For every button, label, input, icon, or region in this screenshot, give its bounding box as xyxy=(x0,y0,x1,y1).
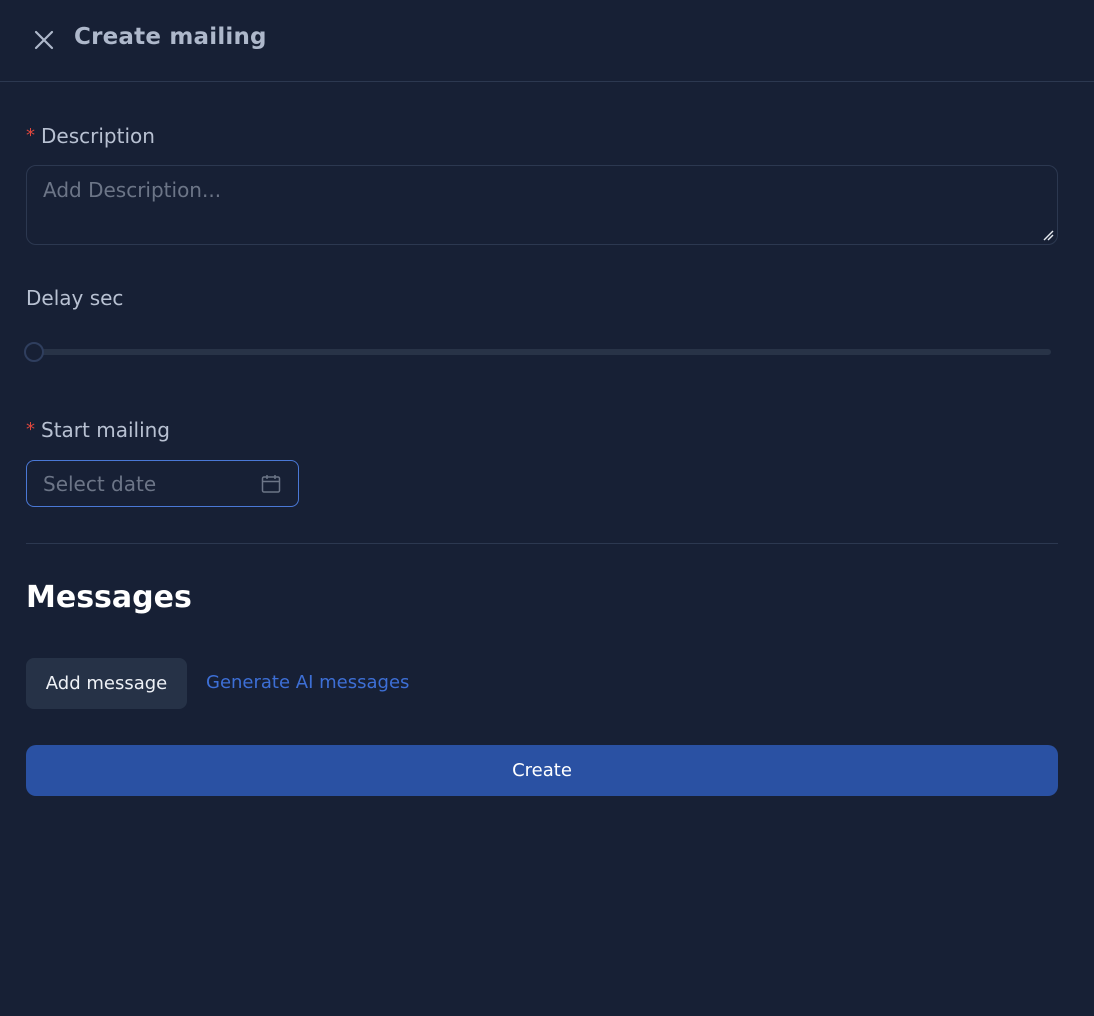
description-textarea[interactable] xyxy=(27,166,1057,244)
close-icon xyxy=(34,30,54,50)
section-divider xyxy=(26,543,1058,544)
description-label: * Description xyxy=(26,124,155,148)
start-mailing-label-text: Start mailing xyxy=(41,418,170,442)
resize-grip-icon[interactable] xyxy=(1042,229,1054,241)
messages-title: Messages xyxy=(26,580,192,615)
description-field xyxy=(26,165,1058,245)
delay-slider-track[interactable] xyxy=(34,349,1051,355)
required-mark: * xyxy=(26,419,35,440)
delay-label: Delay sec xyxy=(26,286,124,310)
description-label-text: Description xyxy=(41,124,155,148)
create-button[interactable]: Create xyxy=(26,745,1058,796)
drawer-title: Create mailing xyxy=(74,24,267,50)
calendar-icon[interactable] xyxy=(260,473,282,495)
delay-slider-handle[interactable] xyxy=(24,342,44,362)
generate-ai-messages-link[interactable]: Generate AI messages xyxy=(206,672,409,693)
date-input[interactable] xyxy=(27,461,257,506)
drawer-header: Create mailing xyxy=(0,0,1094,82)
create-mailing-drawer: Create mailing * Description Delay sec * S… xyxy=(0,0,1094,1016)
date-picker[interactable] xyxy=(26,460,299,507)
close-button[interactable] xyxy=(30,26,58,54)
required-mark: * xyxy=(26,125,35,146)
add-message-button[interactable]: Add message xyxy=(26,658,187,709)
start-mailing-label: * Start mailing xyxy=(26,418,170,442)
